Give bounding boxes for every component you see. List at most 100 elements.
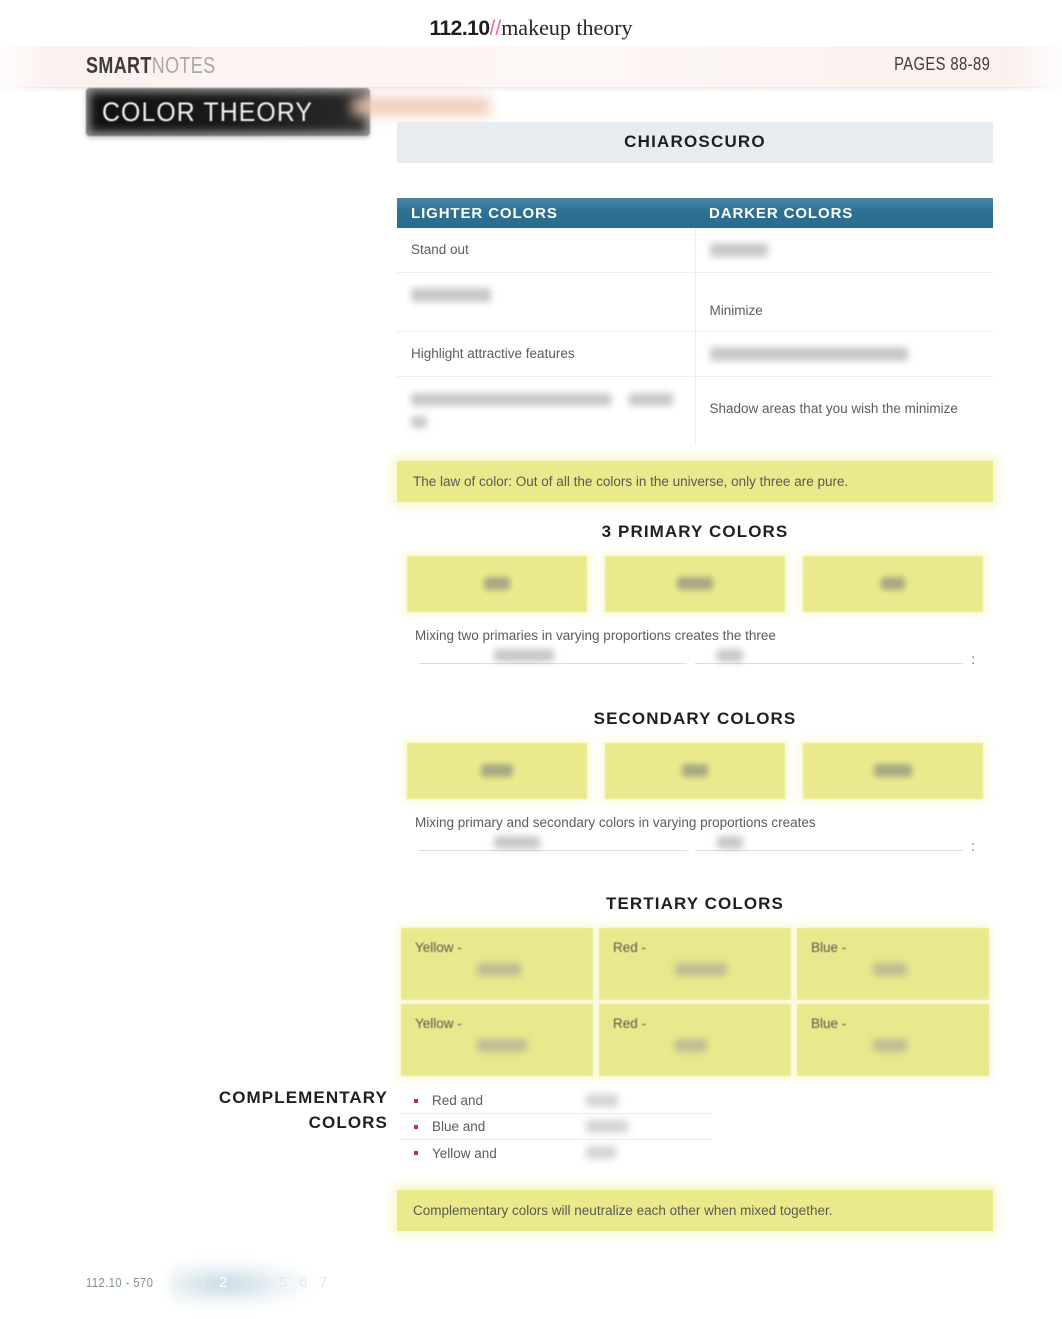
pager: 1 2 3 4 5 6 7 bbox=[169, 1258, 333, 1310]
redacted-text bbox=[677, 577, 713, 591]
redacted-text bbox=[881, 577, 905, 591]
redacted-text bbox=[675, 1038, 707, 1052]
redacted-text bbox=[585, 1119, 628, 1133]
cell-darker-4-text: Shadow areas that you wish the minimize bbox=[709, 400, 958, 416]
redacted-text bbox=[709, 243, 768, 258]
gap bbox=[397, 444, 993, 461]
column-header-lighter: LIGHTER COLORS bbox=[411, 204, 558, 222]
table-row: Shadow areas that you wish the minimize bbox=[397, 376, 994, 445]
primary-swatch-1 bbox=[407, 555, 587, 612]
primary-fill-line: : bbox=[397, 647, 993, 685]
cell-darker-2: Minimize bbox=[695, 273, 993, 332]
primary-colon: : bbox=[971, 651, 976, 667]
secondary-swatch-row bbox=[397, 736, 993, 803]
chiaroscuro-table-header: LIGHTER COLORS DARKER COLORS bbox=[397, 198, 993, 228]
table-row: Minimize bbox=[397, 273, 993, 332]
bullet-icon bbox=[414, 1151, 418, 1155]
primary-swatch-2 bbox=[605, 555, 785, 612]
pager-page-2[interactable]: 2 bbox=[213, 1274, 233, 1291]
document-title: 112.10//makeup theory bbox=[0, 0, 1062, 48]
redacted-text bbox=[874, 764, 912, 778]
redacted-text bbox=[716, 648, 743, 662]
pager-page-6[interactable]: 6 bbox=[293, 1274, 313, 1291]
pager-page-5[interactable]: 5 bbox=[273, 1274, 293, 1291]
column-header-darker: DARKER COLORS bbox=[709, 204, 854, 222]
blank-field[interactable] bbox=[695, 835, 964, 851]
primary-note: Mixing two primaries in varying proporti… bbox=[415, 627, 776, 643]
primary-swatch-3 bbox=[803, 555, 983, 612]
blank-field[interactable] bbox=[550, 1145, 712, 1161]
redacted-text bbox=[709, 347, 908, 361]
tertiary-grid: Yellow - Red - Blue - Yellow - Red - Blu… bbox=[397, 923, 993, 1080]
section-title-chiaroscuro: CHIAROSCURO bbox=[397, 122, 993, 163]
complementary-label: Yellow and bbox=[432, 1145, 497, 1161]
bullet-icon bbox=[414, 1124, 418, 1129]
section-title-tertiary: TERTIARY COLORS bbox=[605, 893, 784, 913]
primary-swatch-row bbox=[397, 549, 993, 616]
redacted-text bbox=[484, 577, 510, 591]
footer: 112.10 - 570 1 2 3 4 5 6 7 bbox=[86, 1258, 333, 1310]
list-item: Yellow and bbox=[400, 1140, 712, 1166]
color-theory-badge-label: COLOR THEORY bbox=[102, 96, 314, 127]
cell-lighter-2 bbox=[397, 273, 696, 332]
redacted-text bbox=[716, 835, 743, 849]
cell-lighter-4 bbox=[397, 376, 696, 445]
brand-logo-bold: SMART bbox=[86, 52, 152, 78]
redacted-text bbox=[873, 962, 907, 976]
decorative-strip-a bbox=[352, 97, 490, 116]
complementary-section: COMPLEMENTARY COLORS Red and Blue and Ye… bbox=[0, 1078, 1062, 1188]
complementary-label: Blue and bbox=[432, 1119, 486, 1134]
brand-logo-light: NOTES bbox=[151, 52, 216, 78]
redacted-text bbox=[411, 392, 611, 406]
bullet-icon bbox=[414, 1098, 418, 1103]
tertiary-cell-label: Red - bbox=[613, 939, 647, 955]
blank-field[interactable] bbox=[550, 1093, 712, 1109]
blank-field[interactable] bbox=[695, 648, 964, 664]
cell-lighter-3: Highlight attractive features bbox=[397, 331, 696, 377]
redacted-text bbox=[682, 764, 708, 778]
chiaroscuro-spacer bbox=[397, 163, 993, 198]
gap bbox=[397, 871, 993, 888]
cell-darker-4: Shadow areas that you wish the minimize bbox=[696, 377, 994, 445]
cell-darker-1 bbox=[695, 228, 993, 273]
complementary-label: Red and bbox=[432, 1093, 484, 1108]
content-panel: CHIAROSCURO LIGHTER COLORS DARKER COLORS… bbox=[397, 122, 993, 1080]
redacted-text bbox=[477, 962, 521, 976]
table-row: Stand out bbox=[397, 228, 993, 273]
cell-lighter-1: Stand out bbox=[397, 228, 696, 273]
redacted-text bbox=[585, 1093, 618, 1107]
tertiary-cell: Blue - bbox=[797, 927, 989, 1000]
blank-field[interactable] bbox=[419, 835, 688, 851]
redacted-text bbox=[585, 1146, 616, 1159]
footer-code: 112.10 - 570 bbox=[86, 1275, 154, 1290]
secondary-swatch-1 bbox=[407, 742, 587, 799]
tertiary-cell: Yellow - bbox=[401, 927, 593, 1000]
blank-field[interactable] bbox=[419, 648, 688, 664]
list-item: Blue and bbox=[400, 1114, 712, 1140]
table-row: Highlight attractive features bbox=[397, 331, 993, 377]
secondary-colon: : bbox=[971, 838, 976, 854]
tertiary-cell-label: Yellow - bbox=[415, 939, 462, 955]
blank-field[interactable] bbox=[550, 1119, 712, 1135]
complementary-heading-line1: COMPLEMENTARY bbox=[218, 1088, 388, 1107]
complementary-heading-line2: COLORS bbox=[308, 1112, 388, 1132]
redacted-text bbox=[411, 288, 491, 303]
secondary-swatch-3 bbox=[803, 742, 983, 799]
complementary-list: Red and Blue and Yellow and bbox=[400, 1088, 712, 1166]
tertiary-cell: Blue - bbox=[797, 1003, 989, 1076]
pager-page-3[interactable]: 3 bbox=[233, 1274, 253, 1291]
tertiary-cell-label: Blue - bbox=[811, 939, 847, 955]
complementary-heading: COMPLEMENTARY COLORS bbox=[160, 1086, 388, 1135]
tertiary-cell-label: Yellow - bbox=[415, 1015, 462, 1031]
color-theory-badge: COLOR THEORY bbox=[86, 88, 370, 136]
redacted-text bbox=[494, 648, 555, 662]
redacted-text bbox=[675, 962, 727, 976]
tertiary-cell: Red - bbox=[599, 927, 791, 1000]
pager-page-1[interactable]: 1 bbox=[193, 1274, 213, 1291]
pages-label: PAGES 88-89 bbox=[893, 54, 990, 74]
pager-page-7[interactable]: 7 bbox=[313, 1274, 333, 1291]
section-title-secondary: SECONDARY COLORS bbox=[593, 708, 797, 728]
pager-page-4[interactable]: 4 bbox=[253, 1274, 273, 1291]
course-subject: makeup theory bbox=[501, 15, 633, 40]
tertiary-cell: Red - bbox=[599, 1003, 791, 1076]
